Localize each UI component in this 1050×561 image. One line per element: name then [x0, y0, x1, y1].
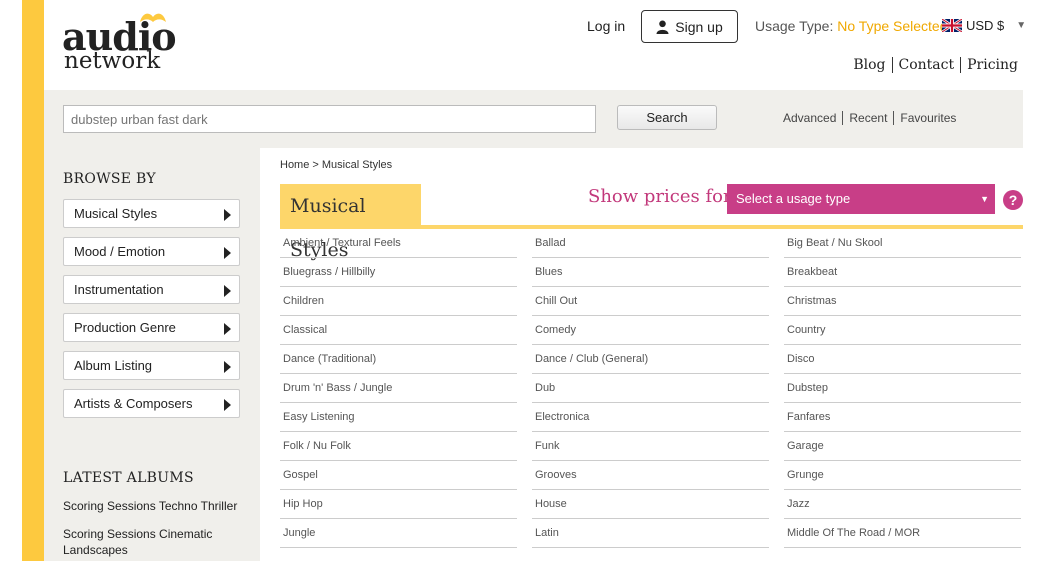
style-link[interactable]: Funk — [532, 432, 769, 461]
contact-link[interactable]: Contact — [891, 57, 961, 73]
favourites-link[interactable]: Favourites — [893, 111, 962, 125]
style-link[interactable]: Grunge — [784, 461, 1021, 490]
header: audio network Log in Sign up Usage Type:… — [44, 0, 1030, 90]
style-link[interactable]: House — [532, 490, 769, 519]
currency-label: USD $ — [966, 18, 1005, 33]
style-link[interactable]: Dub — [532, 374, 769, 403]
style-link[interactable]: Breakbeat — [784, 258, 1021, 287]
usage-type-value[interactable]: No Type Selected — [837, 18, 947, 34]
browse-item-label: Musical Styles — [74, 206, 158, 221]
search-input[interactable] — [63, 105, 596, 133]
style-link[interactable]: Children — [280, 287, 517, 316]
arrow-right-icon — [224, 247, 231, 259]
breadcrumb[interactable]: Home > Musical Styles — [280, 159, 392, 171]
arrow-right-icon — [224, 323, 231, 335]
style-link[interactable]: Big Beat / Nu Skool — [784, 229, 1021, 258]
style-link[interactable]: Ballad — [532, 229, 769, 258]
style-link[interactable]: Garage — [784, 432, 1021, 461]
usage-type[interactable]: Usage Type: No Type Selected — [755, 18, 948, 34]
style-link[interactable]: Grooves — [532, 461, 769, 490]
style-link[interactable]: Middle Of The Road / MOR — [784, 519, 1021, 548]
search-bar: Search Advanced Recent Favourites — [44, 90, 1023, 148]
browse-item-production-genre[interactable]: Production Genre — [63, 313, 240, 342]
audio-network-logo[interactable]: audio network — [62, 10, 182, 75]
arrow-right-icon — [224, 361, 231, 373]
style-link[interactable]: Electronica — [532, 403, 769, 432]
signup-label: Sign up — [675, 18, 723, 35]
latest-albums-heading: LATEST ALBUMS — [63, 470, 194, 486]
top-links: Blog Contact Pricing — [847, 57, 1018, 73]
logo-line-2: network — [64, 48, 161, 74]
user-icon — [656, 20, 669, 34]
style-link[interactable]: Drum 'n' Bass / Jungle — [280, 374, 517, 403]
style-link[interactable]: Comedy — [532, 316, 769, 345]
blog-link[interactable]: Blog — [847, 57, 891, 73]
usage-type-label: Usage Type: — [755, 18, 834, 34]
brand-strip — [22, 0, 44, 561]
style-link[interactable]: Country — [784, 316, 1021, 345]
style-link[interactable]: Chill Out — [532, 287, 769, 316]
currency-selector[interactable]: USD $ ▼ — [942, 18, 1026, 33]
browse-by-heading: BROWSE BY — [63, 171, 156, 187]
browse-item-label: Artists & Composers — [74, 396, 193, 411]
chevron-down-icon[interactable]: ▼ — [1016, 20, 1026, 31]
uk-flag-icon — [942, 19, 962, 32]
style-link[interactable]: Classical — [280, 316, 517, 345]
album-link[interactable]: Scoring Sessions Cinematic Landscapes — [63, 526, 248, 558]
advanced-search-link[interactable]: Advanced — [783, 111, 842, 125]
browse-item-label: Production Genre — [74, 320, 176, 335]
browse-item-label: Instrumentation — [74, 282, 164, 297]
album-link[interactable]: Scoring Sessions Techno Thriller — [63, 498, 248, 514]
style-link[interactable]: Hip Hop — [280, 490, 517, 519]
browse-item-label: Album Listing — [74, 358, 153, 373]
search-button[interactable]: Search — [617, 105, 717, 130]
caret-down-icon: ▼ — [980, 194, 989, 204]
style-link[interactable]: Dubstep — [784, 374, 1021, 403]
browse-item-label: Mood / Emotion — [74, 244, 166, 259]
browse-item-mood-emotion[interactable]: Mood / Emotion — [63, 237, 240, 266]
style-link[interactable]: Fanfares — [784, 403, 1021, 432]
show-prices-label: Show prices for — [588, 186, 732, 207]
main-content: Home > Musical Styles Musical Styles Sho… — [280, 148, 1023, 561]
style-link[interactable]: Dance / Club (General) — [532, 345, 769, 374]
browse-item-musical-styles[interactable]: Musical Styles — [63, 199, 240, 228]
style-link[interactable]: Blues — [532, 258, 769, 287]
browse-item-instrumentation[interactable]: Instrumentation — [63, 275, 240, 304]
help-icon[interactable]: ? — [1003, 190, 1023, 210]
login-link[interactable]: Log in — [587, 18, 625, 34]
search-links: Advanced Recent Favourites — [783, 111, 962, 125]
browse-item-artists-composers[interactable]: Artists & Composers — [63, 389, 240, 418]
style-link[interactable]: Bluegrass / Hillbilly — [280, 258, 517, 287]
recent-link[interactable]: Recent — [842, 111, 893, 125]
usage-type-select[interactable]: Select a usage type ▼ — [727, 184, 995, 214]
arrow-right-icon — [224, 399, 231, 411]
style-link[interactable]: Jazz — [784, 490, 1021, 519]
arrow-right-icon — [224, 285, 231, 297]
arrow-right-icon — [224, 209, 231, 221]
style-link[interactable]: Gospel — [280, 461, 517, 490]
usage-select-value: Select a usage type — [736, 191, 851, 206]
sidebar: BROWSE BY Musical Styles Mood / Emotion … — [44, 148, 260, 561]
style-link[interactable]: Ambient / Textural Feels — [280, 229, 517, 258]
style-link[interactable]: Disco — [784, 345, 1021, 374]
pricing-link[interactable]: Pricing — [960, 57, 1018, 73]
style-link[interactable]: Folk / Nu Folk — [280, 432, 517, 461]
signup-button[interactable]: Sign up — [641, 10, 738, 43]
style-link[interactable]: Latin — [532, 519, 769, 548]
browse-item-album-listing[interactable]: Album Listing — [63, 351, 240, 380]
style-link[interactable]: Easy Listening — [280, 403, 517, 432]
page-margin — [0, 0, 22, 561]
style-link[interactable]: Christmas — [784, 287, 1021, 316]
style-link[interactable]: Jungle — [280, 519, 517, 548]
page-title: Musical Styles — [280, 184, 421, 261]
style-link[interactable]: Dance (Traditional) — [280, 345, 517, 374]
